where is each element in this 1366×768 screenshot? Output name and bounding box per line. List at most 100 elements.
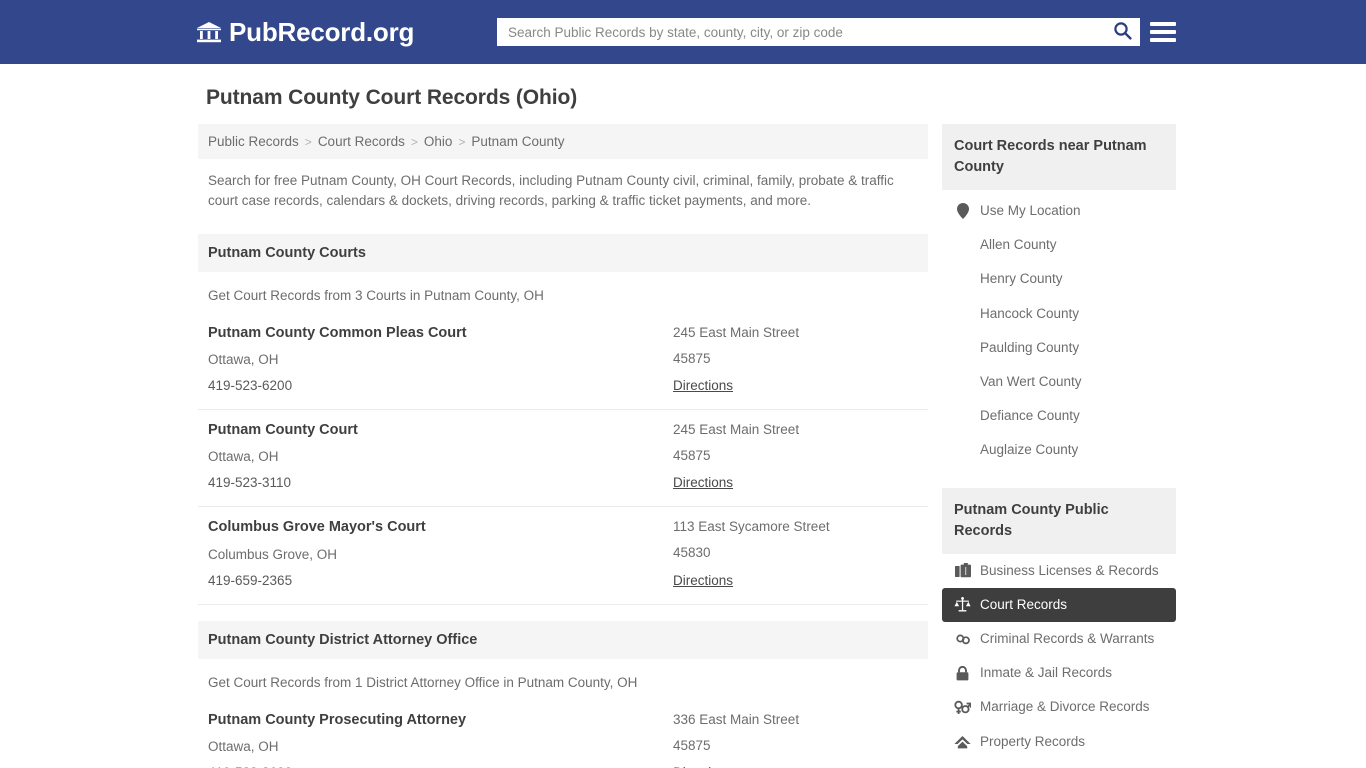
directions-link[interactable]: Directions: [673, 573, 733, 588]
lock-icon: [954, 665, 971, 681]
site-logo-link[interactable]: PubRecord.org: [196, 17, 414, 48]
sidebar-public-records-block: Putnam County Public Records Business Li…: [942, 487, 1176, 759]
listing-right-column: 113 East Sycamore Street 45830 Directions: [673, 519, 918, 589]
search-bar: [497, 18, 1140, 46]
sidebar-public-records-heading: Putnam County Public Records: [942, 487, 1176, 554]
listing-left-column: Putnam County Court Ottawa, OH 419-523-311…: [208, 422, 673, 492]
sidebar-item-label: Van Wert County: [980, 373, 1082, 389]
listing-right-column: 336 East Main Street45875Directions: [673, 712, 918, 768]
sidebar-item-business-licenses-records[interactable]: Business Licenses & Records: [942, 554, 1176, 588]
sidebar-item-court-records[interactable]: Court Records: [942, 587, 1176, 622]
listing-row: Putnam County Court Ottawa, OH 419-523-311…: [198, 410, 928, 508]
blank-icon: [954, 306, 971, 322]
site-logo-text: PubRecord.org: [229, 16, 415, 47]
listing-name[interactable]: Putnam County Common Pleas Court: [208, 325, 673, 342]
sidebar-nearby-item-use-my-location[interactable]: Use My Location: [942, 190, 1176, 228]
search-icon: [1113, 21, 1132, 43]
listing-phone[interactable]: 419-523-3110: [208, 475, 673, 491]
blank-icon: [954, 442, 971, 458]
listing-phone[interactable]: 419-523-6200: [208, 378, 673, 394]
listing-zip: 45875: [673, 448, 711, 464]
listing-city-state: Ottawa, OH: [208, 351, 279, 367]
sidebar-nearby-list: Use My Location Allen County Henry County H…: [942, 190, 1176, 468]
listing-left-column: Columbus Grove Mayor's Court Columbus Gro…: [208, 519, 673, 589]
sidebar-nearby-heading: Court Records near Putnam County: [942, 124, 1176, 191]
blank-icon: [954, 272, 971, 288]
blank-icon: [954, 340, 971, 356]
sidebar-item-marriage-divorce-records[interactable]: Marriage & Divorce Records: [942, 690, 1176, 724]
listing-left-column: Putnam County Common Pleas Court Ottawa, …: [208, 325, 673, 395]
listing-name[interactable]: Putnam County Prosecuting Attorney: [208, 712, 673, 729]
listing-left-column: Putnam County Prosecuting Attorney Ottawa…: [208, 712, 673, 768]
search-input[interactable]: [498, 19, 1105, 45]
listing-street: 113 East Sycamore Street: [673, 519, 830, 535]
venus-mars-icon: [954, 699, 971, 715]
listing-street: 245 East Main Street: [673, 324, 800, 340]
bank-building-icon: [196, 19, 222, 45]
sidebar-item-label: Court Records: [980, 596, 1068, 612]
sidebar-item-label: Auglaize County: [980, 442, 1079, 458]
directions-link[interactable]: Directions: [673, 475, 733, 490]
listing-phone[interactable]: 419-659-2365: [208, 573, 673, 589]
sidebar-nearby-item-auglaize-county[interactable]: Auglaize County: [942, 433, 1176, 467]
sidebar-nearby-item-van-wert-county[interactable]: Van Wert County: [942, 365, 1176, 399]
section-heading: Putnam County District Attorney Office: [198, 620, 928, 659]
breadcrumb: Public Records > Court Records > Ohio > Putnam…: [198, 124, 928, 159]
sidebar-nearby-item-allen-county[interactable]: Allen County: [942, 228, 1176, 262]
breadcrumb-item-3[interactable]: Ohio: [424, 134, 453, 149]
briefcase-icon: [954, 563, 971, 579]
listing-zip: 45875: [673, 350, 711, 366]
main-content-column: Public Records > Court Records > Ohio > Putnam…: [198, 124, 928, 768]
listing-name[interactable]: Columbus Grove Mayor's Court: [208, 519, 673, 536]
listing-name[interactable]: Putnam County Court: [208, 422, 673, 439]
hamburger-menu-icon[interactable]: [1150, 19, 1176, 45]
hamburger-bar: [1150, 38, 1176, 42]
blank-icon: [954, 237, 971, 253]
hamburger-bar: [1150, 22, 1176, 26]
listing-right-column: 245 East Main Street 45875 Directions: [673, 325, 918, 395]
sidebar-nearby-item-hancock-county[interactable]: Hancock County: [942, 297, 1176, 331]
scales-of-justice-icon: [954, 597, 971, 613]
listing-row: Columbus Grove Mayor's Court Columbus Gro…: [198, 507, 928, 605]
map-pin-icon: [954, 203, 971, 220]
blank-icon: [954, 374, 971, 390]
hamburger-bar: [1150, 30, 1176, 34]
sidebar-item-criminal-records-warrants[interactable]: Criminal Records & Warrants: [942, 622, 1176, 656]
sidebar-nearby-item-defiance-county[interactable]: Defiance County: [942, 399, 1176, 433]
listing-row: Putnam County Prosecuting Attorney Ottawa…: [198, 700, 928, 768]
house-icon: [954, 734, 971, 750]
sidebar-nearby-item-henry-county[interactable]: Henry County: [942, 262, 1176, 296]
listing-city-state: Ottawa, OH: [208, 739, 279, 755]
section-subtitle: Get Court Records from 3 Courts in Putna…: [208, 287, 544, 303]
breadcrumb-item-1[interactable]: Public Records: [208, 134, 299, 149]
sidebar-item-label: Property Records: [980, 733, 1086, 749]
listing-row: Putnam County Common Pleas Court Ottawa, …: [198, 313, 928, 410]
breadcrumb-separator: >: [410, 134, 418, 149]
sidebar-item-property-records[interactable]: Property Records: [942, 725, 1176, 759]
content-container: Putnam County Court Records (Ohio) Publi…: [198, 64, 1176, 768]
sidebar-item-label: Defiance County: [980, 408, 1080, 424]
breadcrumb-item-4[interactable]: Putnam County: [471, 134, 564, 149]
directions-link[interactable]: Directions: [673, 378, 733, 393]
section-subtitle: Get Court Records from 1 District Attorn…: [208, 674, 638, 690]
page-body: Putnam County Court Records (Ohio) Publi…: [0, 64, 1366, 768]
blank-icon: [954, 408, 971, 424]
two-column-layout: Public Records > Court Records > Ohio > Putnam…: [198, 124, 1176, 768]
sidebar-item-label: Paulding County: [980, 339, 1080, 355]
page-title: Putnam County Court Records (Ohio): [206, 86, 578, 109]
listing-street: 245 East Main Street: [673, 421, 800, 437]
search-button[interactable]: [1105, 19, 1139, 45]
site-header: PubRecord.org: [0, 0, 1366, 64]
breadcrumb-separator: >: [458, 134, 466, 149]
sidebar-nearby-item-paulding-county[interactable]: Paulding County: [942, 331, 1176, 365]
sidebar-public-records-list: Business Licenses & Records Court Records…: [942, 554, 1176, 759]
sidebar-item-label: Criminal Records & Warrants: [980, 630, 1155, 646]
sidebar-item-label: Inmate & Jail Records: [980, 665, 1113, 681]
sidebar-item-label: Hancock County: [980, 305, 1080, 321]
sidebar-item-inmate-jail-records[interactable]: Inmate & Jail Records: [942, 656, 1176, 690]
records-sections: Putnam County Courts Get Court Records fr…: [198, 233, 928, 768]
sidebar-item-label: Marriage & Divorce Records: [980, 699, 1150, 715]
sidebar-nearby-block: Court Records near Putnam County Use My …: [942, 124, 1176, 468]
handcuffs-icon: [954, 631, 971, 647]
breadcrumb-item-2[interactable]: Court Records: [318, 134, 405, 149]
